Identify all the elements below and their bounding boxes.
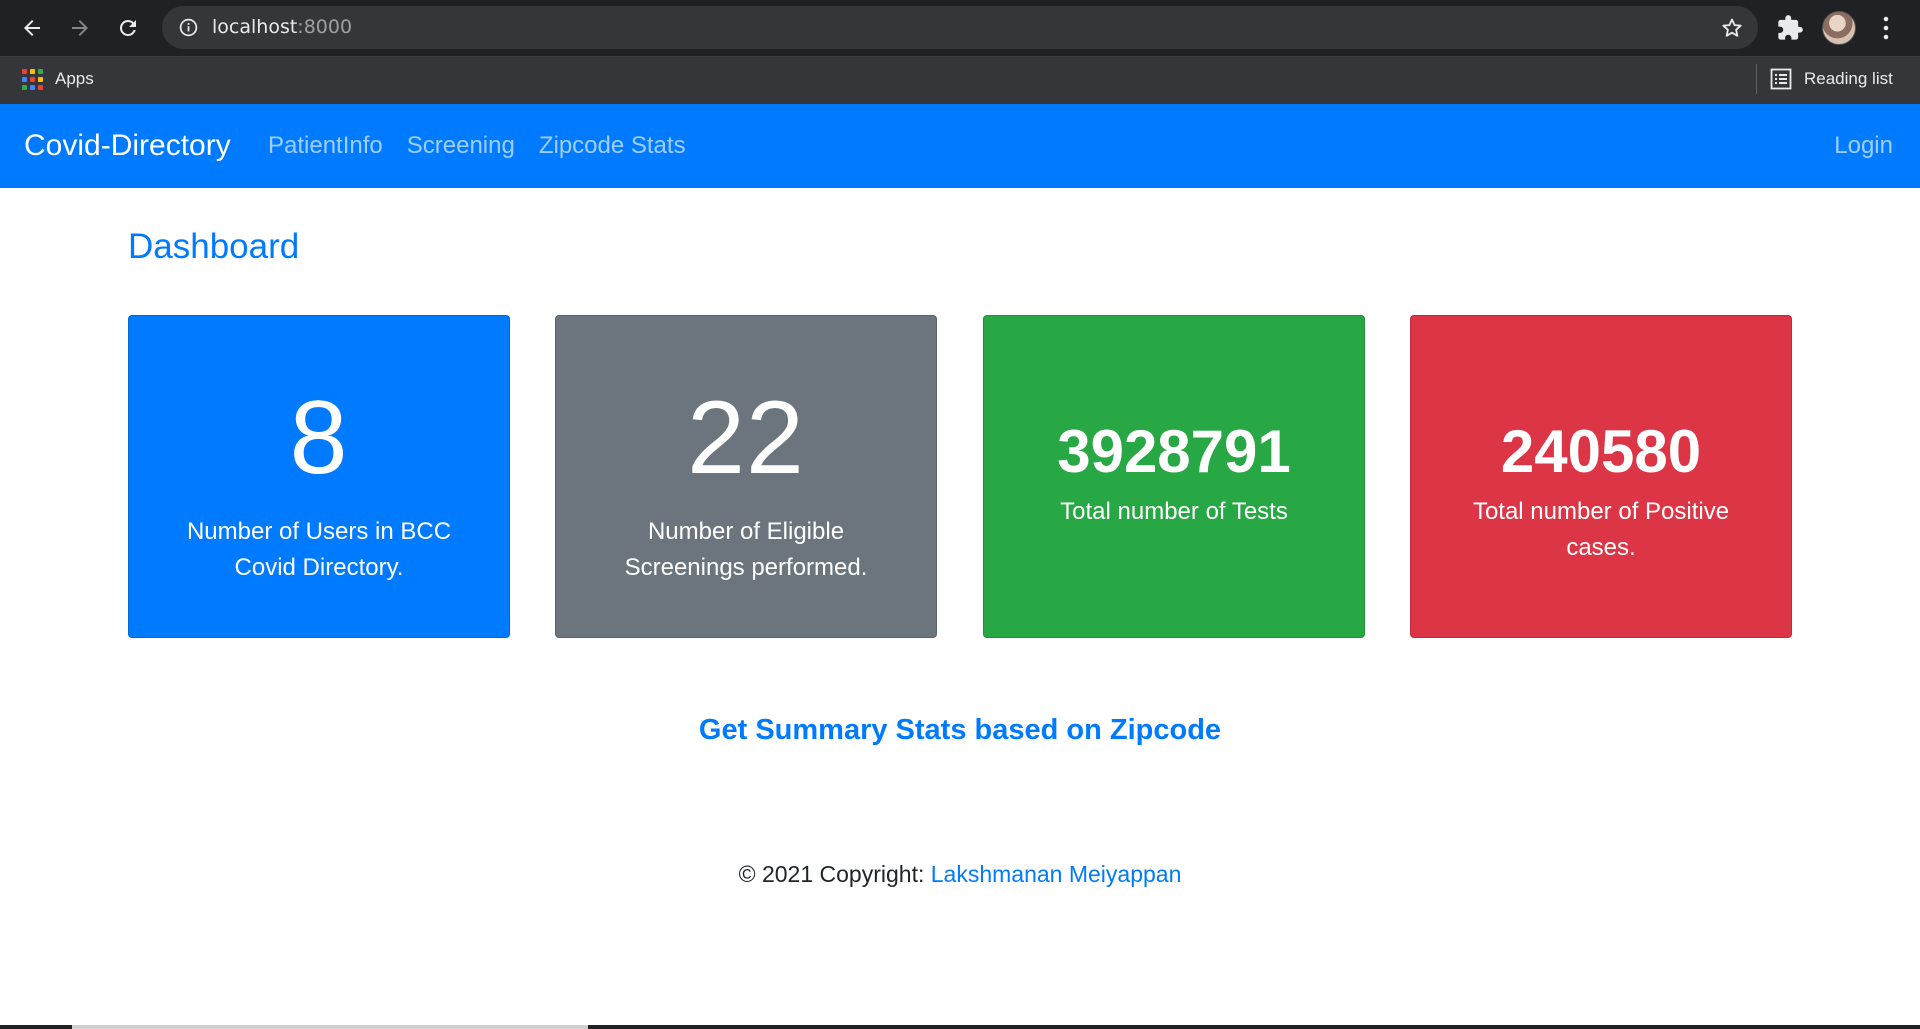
reading-list-label: Reading list	[1804, 69, 1893, 88]
brand-link[interactable]: Covid-Directory	[24, 104, 231, 188]
reload-icon	[119, 19, 136, 36]
apps-label: Apps	[55, 69, 94, 88]
reload-button[interactable]	[109, 9, 147, 47]
positive-cases-value: 240580	[1500, 418, 1702, 485]
info-icon[interactable]	[178, 17, 199, 38]
bookmarks-bar	[0, 56, 1920, 104]
copyright-text: © 2021 Copyright:	[738, 861, 931, 887]
page-title: Dashboard	[128, 227, 300, 266]
page-footer: © 2021 Copyright: Lakshmanan Meiyappan	[0, 856, 1920, 892]
screenings-count-card: 22 Number of Eligible Screenings perform…	[555, 315, 937, 638]
url-text: localhost:8000	[212, 16, 353, 38]
zipcode-summary-link[interactable]: Get Summary Stats based on Zipcode	[0, 708, 1920, 752]
forward-button[interactable]	[61, 9, 99, 47]
positive-cases-card: 240580 Total number of Positive cases.	[1410, 315, 1792, 638]
reading-list-icon	[1770, 68, 1792, 90]
scrollbar-thumb[interactable]	[72, 1025, 588, 1029]
back-button[interactable]	[13, 9, 51, 47]
nav-link-zipcode-stats[interactable]: Zipcode Stats	[539, 132, 686, 160]
address-bar[interactable]: localhost:8000	[162, 6, 1758, 49]
screenings-count-value: 22	[687, 380, 805, 496]
arrow-left-icon	[24, 20, 40, 36]
profile-avatar[interactable]	[1822, 11, 1856, 45]
author-link[interactable]: Lakshmanan Meiyappan	[931, 861, 1182, 887]
tests-total-label: Total number of Tests	[1060, 498, 1288, 525]
bookmarks-divider	[1756, 64, 1757, 94]
apps-bookmark[interactable]: Apps	[22, 63, 94, 95]
tests-total-card: 3928791 Total number of Tests	[983, 315, 1365, 638]
nav-links: PatientInfo Screening Zipcode Stats	[268, 104, 686, 188]
star-icon[interactable]	[1720, 16, 1744, 40]
login-link[interactable]: Login	[1834, 104, 1893, 188]
extensions-puzzle-icon[interactable]	[1776, 14, 1804, 42]
horizontal-scrollbar[interactable]	[0, 1025, 1920, 1029]
arrow-right-icon	[72, 20, 88, 36]
apps-grid-icon	[22, 68, 43, 90]
browser-toolbar: localhost:8000	[0, 0, 1920, 56]
reading-list-button[interactable]: Reading list	[1770, 63, 1893, 95]
users-count-value: 8	[289, 380, 349, 496]
more-vertical-icon[interactable]	[1874, 12, 1898, 44]
tests-total-value: 3928791	[1057, 418, 1291, 485]
users-count-card: 8 Number of Users in BCC Covid Directory…	[128, 315, 510, 638]
nav-link-screening[interactable]: Screening	[407, 132, 515, 160]
screenings-count-label: Number of Eligible Screenings performed.	[624, 518, 868, 581]
users-count-label: Number of Users in BCC Covid Directory.	[186, 518, 452, 581]
site-navbar: Covid-Directory PatientInfo Screening Zi…	[0, 104, 1920, 188]
nav-link-patientinfo[interactable]: PatientInfo	[268, 132, 383, 160]
positive-cases-label: Total number of Positive cases.	[1472, 498, 1730, 561]
